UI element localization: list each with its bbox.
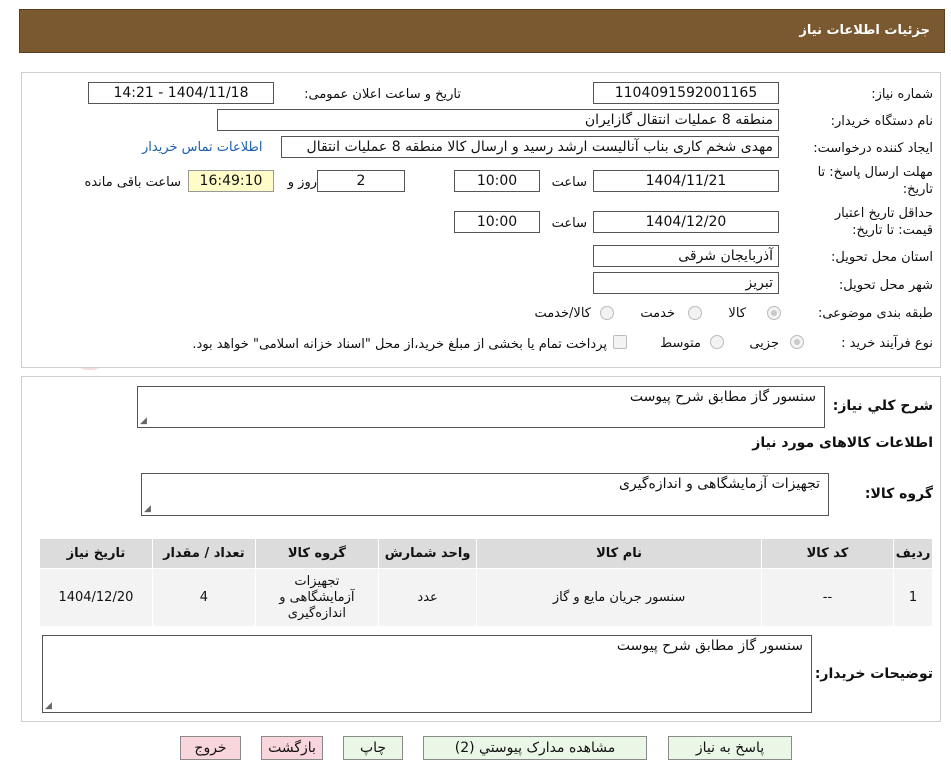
page-header: جزئیات اطلاعات نیاز [19,9,945,53]
goods-group-text: تجهیزات آزمایشگاهی و اندازه‌گیری [618,476,820,492]
remaining-time-label: ساعت باقی مانده [84,175,181,190]
category-label: طبقه بندی موضوعی: [817,306,933,321]
cell-row-no: 1 [893,568,933,627]
buyer-contact-link[interactable]: اطلاعات تماس خریدار [142,140,262,155]
need-number-field[interactable]: 1104091592001165 [593,82,779,104]
col-header-qty: تعداد / مقدار [151,538,256,569]
buyer-notes-textarea[interactable]: سنسور گاز مطابق شرح پیوست ◢ [42,635,812,713]
province-field[interactable]: آذربایجان شرقی [593,245,779,267]
requester-field[interactable]: مهدی شخم کاری بناب آنالیست ارشد رسید و ا… [281,136,779,158]
summary-text: سنسور گاز مطابق شرح پیوست [629,389,816,405]
deadline-label-2: تاریخ: [902,182,933,197]
resize-grip-icon[interactable]: ◢ [144,504,151,514]
process-option-minor: جزیی [749,336,779,351]
col-header-date: تاریخ نیاز [39,538,153,569]
col-header-code: کد کالا [760,538,895,569]
buyer-notes-label: توضیحات خریدار: [814,666,933,682]
category-radio-goods-service[interactable] [600,306,614,320]
summary-textarea[interactable]: سنسور گاز مطابق شرح پیوست ◢ [137,386,825,428]
view-attachments-button[interactable]: مشاهده مدارک پیوستي (2) [423,736,647,760]
validity-time-label: ساعت [551,216,587,231]
validity-time-field[interactable]: 10:00 [454,211,540,233]
resize-grip-icon[interactable]: ◢ [45,701,52,711]
resize-grip-icon[interactable]: ◢ [140,416,147,426]
validity-label-1: حداقل تاریخ اعتبار [834,206,933,221]
goods-group-label: گروه کالا: [864,486,933,502]
validity-date-field[interactable]: 1404/12/20 [593,211,779,233]
category-option-goods-service: کالا/خدمت [534,306,591,321]
goods-group-textarea[interactable]: تجهیزات آزمایشگاهی و اندازه‌گیری ◢ [141,473,829,516]
buyer-notes-text: سنسور گاز مطابق شرح پیوست [616,638,803,654]
col-header-group: گروه کالا [254,538,379,569]
city-field[interactable]: تبریز [593,272,779,294]
cell-code: -- [760,568,895,627]
process-option-medium: متوسط [660,336,701,351]
category-option-goods: کالا [728,306,746,321]
deadline-time-label: ساعت [551,175,587,190]
deadline-time-field[interactable]: 10:00 [454,170,540,192]
reply-button[interactable]: پاسخ به نیاز [668,736,792,760]
category-option-service: خدمت [640,306,675,321]
city-label: شهر محل تحویل: [838,278,933,293]
process-radio-medium[interactable] [710,335,724,349]
back-button[interactable]: بازگشت [261,736,323,760]
col-header-row-no: ردیف [893,538,933,569]
deadline-days-label: روز و [287,175,317,190]
deadline-days-field[interactable]: 2 [317,170,405,192]
announce-label: تاریخ و ساعت اعلان عمومی: [304,87,461,102]
col-header-name: نام کالا [476,538,762,569]
deadline-date-field[interactable]: 1404/11/21 [593,170,779,192]
need-number-label: شماره نیاز: [871,87,933,102]
buyer-org-label: نام دستگاه خریدار: [830,114,933,129]
cell-qty: 4 [151,568,256,627]
cell-name: سنسور جریان مایع و گاز [476,568,762,627]
goods-heading: اطلاعات کالاهای مورد نیاز [752,435,933,451]
table-header-row: ردیف کد کالا نام کالا واحد شمارش گروه کا… [39,538,933,569]
exit-button[interactable]: خروج [180,736,241,760]
items-table: ردیف کد کالا نام کالا واحد شمارش گروه کا… [39,538,933,627]
process-label: نوع فرآیند خرید : [841,336,933,351]
table-row: 1 -- سنسور جریان مایع و گاز عدد تجهیزات … [39,568,933,627]
treasury-note: پرداخت تمام یا بخشی از مبلغ خرید،از محل … [192,337,607,352]
deadline-label-1: مهلت ارسال پاسخ: تا [817,165,933,180]
treasury-checkbox[interactable] [613,335,627,349]
category-radio-service[interactable] [688,306,702,320]
cell-date: 1404/12/20 [39,568,153,627]
announce-field[interactable]: 1404/11/18 - 14:21 [88,82,274,104]
cell-unit: عدد [377,568,478,627]
process-radio-minor[interactable] [790,335,804,349]
buyer-org-field[interactable]: منطقه 8 عملیات انتقال گازایران [217,109,779,131]
cell-group: تجهیزات آزمایشگاهی و اندازه‌گیری [254,568,379,627]
validity-label-2: قیمت: تا تاریخ: [852,223,933,238]
requester-label: ایجاد کننده درخواست: [813,141,933,156]
category-radio-goods[interactable] [767,306,781,320]
summary-label: شرح کلي نياز: [832,398,933,414]
province-label: استان محل تحویل: [831,250,933,265]
remaining-time-field: 16:49:10 [188,170,274,192]
page-title: جزئیات اطلاعات نیاز [799,23,930,38]
print-button[interactable]: چاپ [343,736,403,760]
col-header-unit: واحد شمارش [377,538,478,569]
